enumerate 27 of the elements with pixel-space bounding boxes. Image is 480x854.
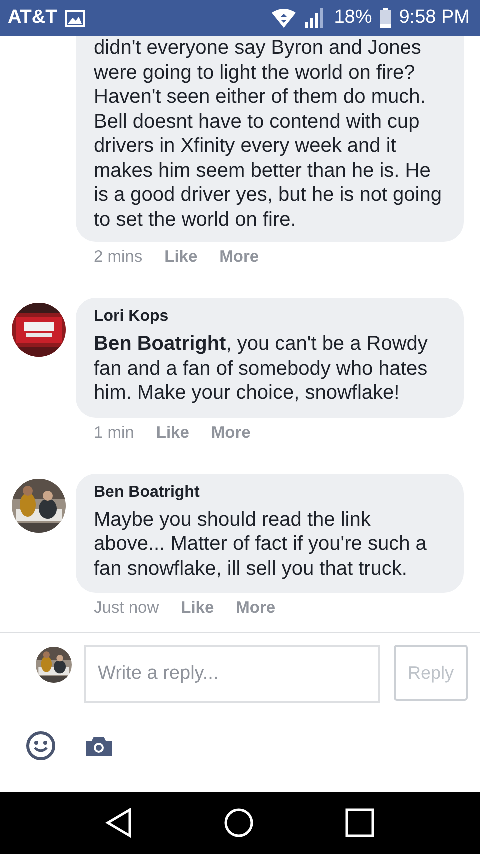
comment-action-link[interactable]: Like [164,248,198,274]
comment-action-link[interactable]: Like [156,424,190,450]
comment-time: 1 min [94,424,134,444]
battery-icon [380,8,392,28]
camera-icon[interactable] [86,736,112,756]
comment-time: 2 mins [94,248,143,268]
comment-text: didn't everyone say Byron and Jones were going to light the world on fire? Haven't seen either of them do much. Bell doesnt have to contend with cup drivers in Xfinity every week and it makes him seem better than he is. He is a good driver yes, but he is not going to set the world on fire. [94,36,443,232]
comment-action-link[interactable]: More [236,599,276,625]
battery-percent: 18% [334,7,372,29]
comment-author[interactable]: Ben Boatright [94,484,446,502]
comment-action-link[interactable]: More [220,248,260,274]
reply-button[interactable]: Reply [394,645,468,701]
comment-action-link[interactable]: Like [181,599,214,625]
comment-text: Maybe you should read the link above... Matter of fact if you're such a fan snowflake, ill sell you that truck. [94,508,428,581]
recent-apps-icon[interactable] [344,808,375,838]
emoji-icon[interactable] [26,731,56,761]
clock: 9:58 PM [399,7,470,29]
carrier-name: AT&T [8,7,58,29]
image-icon [65,10,86,26]
comment-time: Just now [94,599,160,619]
comment-author[interactable]: Lori Kops [94,308,446,326]
home-icon[interactable] [224,808,254,838]
back-icon[interactable] [105,808,134,838]
comment-action-link[interactable]: More [211,424,251,450]
comment-text: Ben Boatright, you can't be a Rowdy fan and a fan of somebody who hates him. Make your choice, snowflake! [94,332,429,406]
reply-field[interactable]: Write a reply... [84,645,380,703]
wifi-icon [272,8,296,28]
